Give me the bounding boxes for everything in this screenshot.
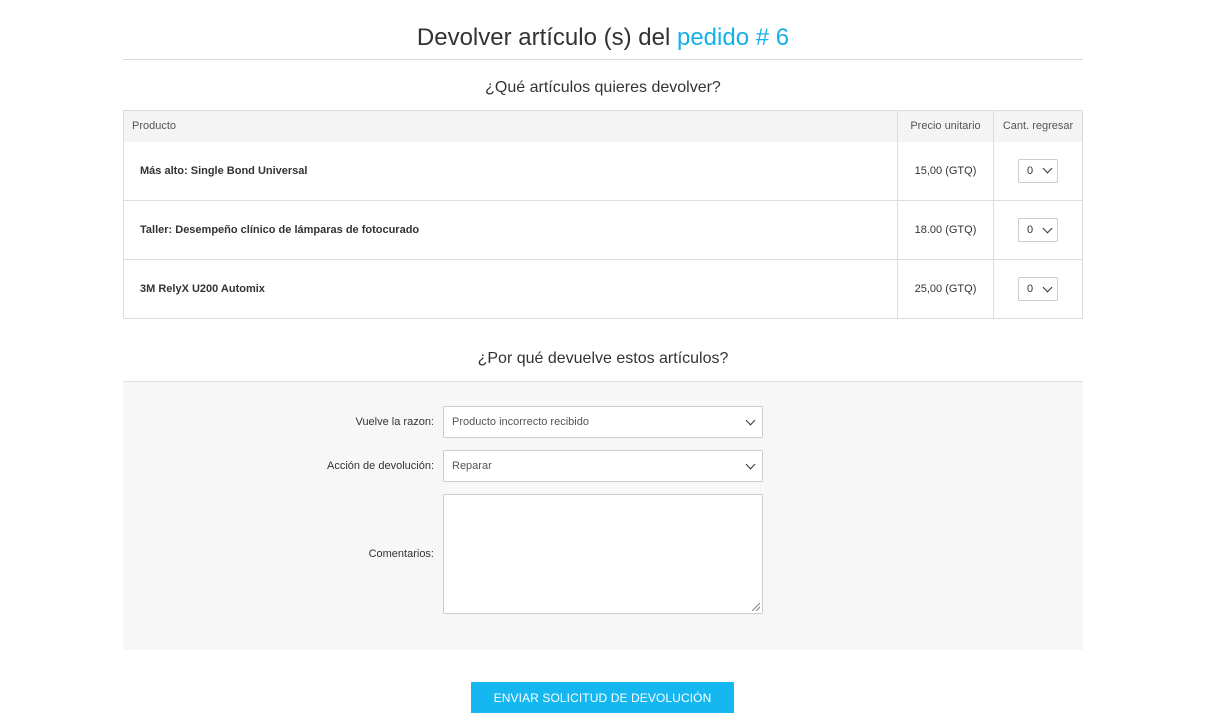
reason-label: Vuelve la razon: — [355, 416, 434, 428]
qty-return-select[interactable]: 0 — [1018, 277, 1058, 301]
reason-heading: ¿Por qué devuelve estos artículos? — [477, 350, 729, 367]
title-divider — [123, 59, 1083, 60]
qty-value: 0 — [1027, 224, 1034, 236]
product-name: 3M RelyX U200 Automix — [123, 259, 898, 319]
return-items-table: Producto Precio unitario Cant. regresar … — [123, 110, 1083, 319]
column-header-unit-price: Precio unitario — [897, 110, 994, 142]
items-heading: ¿Qué artículos quieres devolver? — [485, 79, 721, 96]
qty-value: 0 — [1027, 164, 1034, 177]
return-request-page: Devolver artículo (s) del pedido # 6 ¿Qu… — [0, 0, 1228, 724]
chevron-down-icon — [1042, 282, 1053, 292]
resize-handle-icon[interactable] — [752, 603, 760, 611]
table-row: Más alto: Single Bond Universal 15,00 (G… — [124, 141, 1083, 201]
qty-return-select[interactable]: 0 — [1018, 158, 1058, 183]
page-title: Devolver artículo (s) del pedido # 6 — [0, 24, 1206, 52]
table-row: 3M RelyX U200 Automix 25,00 (GTQ) 0 — [123, 259, 1083, 319]
chevron-down-icon — [1042, 223, 1053, 233]
return-action-value: Reparar — [452, 460, 492, 472]
reason-select[interactable]: Producto incorrecto recibido — [443, 406, 763, 438]
product-name: Más alto: Single Bond Universal — [140, 164, 308, 177]
return-action-select[interactable]: Reparar — [443, 450, 763, 482]
column-header-qty-return: Cant. regresar — [993, 110, 1083, 142]
table-header-row: Producto Precio unitario Cant. regresar — [123, 110, 1083, 142]
order-link[interactable]: pedido # 6 — [677, 24, 789, 51]
chevron-down-icon — [745, 459, 756, 469]
chevron-down-icon — [1042, 163, 1053, 174]
page-title-text: Devolver artículo (s) del — [416, 24, 671, 51]
submit-return-request-button[interactable]: ENVIAR SOLICITUD DE DEVOLUCIÓN — [471, 682, 734, 713]
chevron-down-icon — [745, 415, 756, 425]
unit-price: 18.00 (GTQ) — [897, 200, 994, 260]
comments-textarea[interactable] — [443, 494, 763, 614]
qty-cell: 0 — [993, 200, 1083, 260]
product-name: Taller: Desempeño clínico de lámparas de… — [123, 200, 898, 260]
qty-return-select[interactable]: 0 — [1018, 218, 1058, 242]
qty-cell: 0 — [993, 259, 1083, 319]
table-row: Taller: Desempeño clínico de lámparas de… — [123, 200, 1083, 260]
unit-price: 25,00 (GTQ) — [897, 259, 994, 319]
qty-value: 0 — [1027, 283, 1034, 295]
qty-cell: 0 — [993, 141, 1083, 201]
comments-label: Comentarios: — [368, 548, 434, 560]
action-label: Acción de devolución: — [326, 460, 434, 472]
unit-price: 15,00 (GTQ) — [897, 141, 994, 201]
reason-select-value: Producto incorrecto recibido — [452, 416, 589, 428]
column-header-product: Producto — [123, 110, 898, 142]
